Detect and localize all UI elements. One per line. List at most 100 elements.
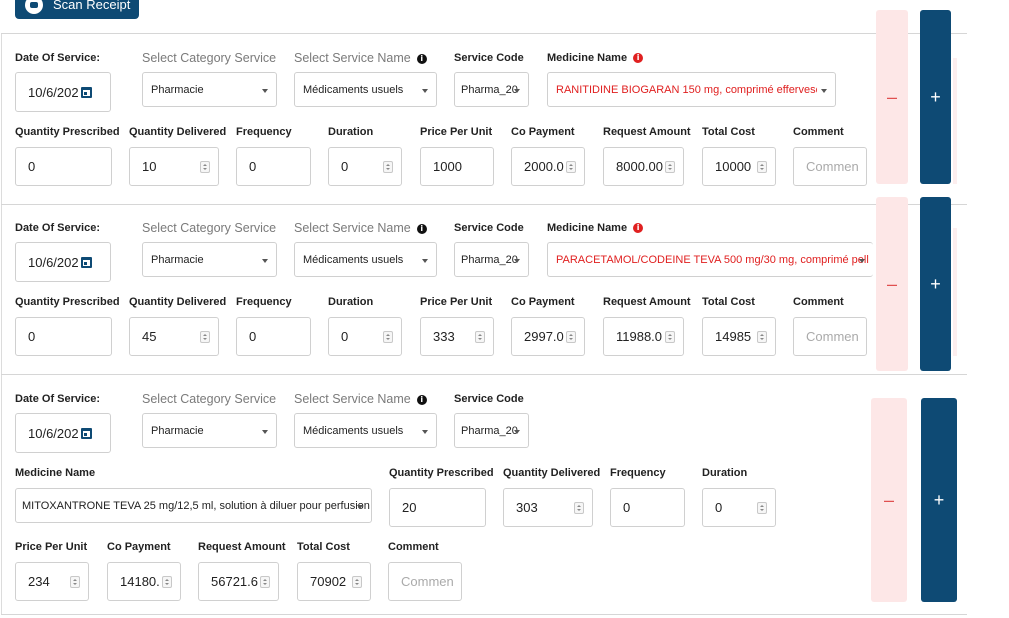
request-amount-input[interactable]: 8000.00 bbox=[603, 147, 684, 186]
qty-prescribed-input[interactable]: 20 bbox=[389, 488, 486, 527]
service-code-select[interactable]: Pharma_20 bbox=[454, 72, 529, 107]
select-service-name-label: Select Service Name i bbox=[294, 221, 427, 235]
add-row-button[interactable]: + bbox=[920, 197, 951, 371]
stepper-icon[interactable] bbox=[200, 160, 210, 173]
category-select[interactable]: Pharmacie bbox=[142, 72, 277, 107]
stepper-icon[interactable] bbox=[757, 501, 767, 514]
service-name-select[interactable]: Médicaments usuels bbox=[294, 413, 437, 448]
stepper-icon[interactable] bbox=[566, 330, 576, 343]
stepper-icon[interactable] bbox=[757, 160, 767, 173]
medicine-select[interactable]: RANITIDINE BIOGARAN 150 mg, comprimé eff… bbox=[547, 72, 836, 107]
row-divider bbox=[1, 614, 967, 615]
co-payment-input[interactable]: 14180. bbox=[107, 562, 181, 601]
qty-prescribed-label: Quantity Prescribed bbox=[15, 126, 120, 138]
add-row-button[interactable]: + bbox=[921, 398, 957, 602]
duration-input[interactable]: 0 bbox=[328, 317, 402, 356]
calendar-icon[interactable] bbox=[80, 427, 92, 439]
stepper-icon[interactable] bbox=[566, 160, 576, 173]
stepper-icon[interactable] bbox=[475, 330, 485, 343]
service-name-select[interactable]: Médicaments usuels bbox=[294, 242, 437, 277]
co-payment-input[interactable]: 2997.0 bbox=[511, 317, 585, 356]
qty-prescribed-input[interactable]: 0 bbox=[15, 147, 112, 186]
co-payment-input[interactable]: 2000.0 bbox=[511, 147, 585, 186]
qty-prescribed-input[interactable]: 0 bbox=[15, 317, 112, 356]
comment-label: Comment bbox=[793, 296, 844, 308]
stepper-icon[interactable] bbox=[200, 330, 210, 343]
stepper-icon[interactable] bbox=[665, 160, 675, 173]
frequency-input[interactable]: 0 bbox=[236, 147, 311, 186]
qty-delivered-input[interactable]: 303 bbox=[503, 488, 593, 527]
category-select[interactable]: Pharmacie bbox=[142, 242, 277, 277]
total-cost-input[interactable]: 10000 bbox=[702, 147, 776, 186]
frequency-input[interactable]: 0 bbox=[610, 488, 685, 527]
warning-icon[interactable]: i bbox=[633, 53, 644, 63]
medicine-name-label: Medicine Name bbox=[15, 467, 96, 479]
total-cost-input[interactable]: 14985 bbox=[702, 317, 776, 356]
qty-delivered-input[interactable]: 10 bbox=[129, 147, 219, 186]
frequency-label: Frequency bbox=[236, 296, 292, 308]
stepper-icon[interactable] bbox=[260, 575, 270, 588]
medicine-select[interactable]: PARACETAMOL/CODEINE TEVA 500 mg/30 mg, c… bbox=[547, 242, 873, 277]
price-per-unit-input[interactable]: 1000 bbox=[420, 147, 494, 186]
remove-row-button[interactable]: – bbox=[876, 10, 908, 184]
stepper-icon[interactable] bbox=[757, 330, 767, 343]
qty-delivered-input[interactable]: 45 bbox=[129, 317, 219, 356]
service-code-select[interactable]: Pharma_20 bbox=[454, 413, 529, 448]
qty-delivered-label: Quantity Delivered bbox=[129, 296, 227, 308]
co-payment-label: Co Payment bbox=[511, 296, 575, 308]
request-amount-input[interactable]: 56721.6 bbox=[198, 562, 279, 601]
duration-input[interactable]: 0 bbox=[328, 147, 402, 186]
total-cost-input[interactable]: 70902 bbox=[297, 562, 371, 601]
date-input[interactable]: 10/6/202 bbox=[15, 72, 111, 112]
select-category-label: Select Category Service bbox=[142, 51, 277, 65]
form-left-border bbox=[1, 34, 2, 614]
service-name-select[interactable]: Médicaments usuels bbox=[294, 72, 437, 107]
remove-row-button[interactable]: – bbox=[876, 197, 908, 371]
stepper-icon[interactable] bbox=[70, 575, 80, 588]
calendar-icon[interactable] bbox=[80, 86, 92, 98]
offscreen-button-edge bbox=[953, 228, 957, 356]
qty-delivered-label: Quantity Delivered bbox=[129, 126, 227, 138]
camera-icon bbox=[25, 0, 43, 14]
select-category-label: Select Category Service bbox=[142, 221, 277, 235]
info-icon[interactable]: i bbox=[416, 224, 427, 234]
service-code-select[interactable]: Pharma_20 bbox=[454, 242, 529, 277]
info-icon[interactable]: i bbox=[416, 54, 427, 64]
qty-prescribed-label: Quantity Prescribed bbox=[389, 467, 494, 479]
comment-input[interactable]: Commen bbox=[793, 317, 867, 356]
comment-input[interactable]: Commen bbox=[793, 147, 867, 186]
plus-icon: + bbox=[930, 273, 941, 294]
frequency-input[interactable]: 0 bbox=[236, 317, 311, 356]
calendar-icon[interactable] bbox=[80, 256, 92, 268]
price-per-unit-input[interactable]: 333 bbox=[420, 317, 494, 356]
medicine-select[interactable]: MITOXANTRONE TEVA 25 mg/12,5 ml, solutio… bbox=[15, 488, 372, 523]
comment-label: Comment bbox=[388, 541, 439, 553]
stepper-icon[interactable] bbox=[665, 330, 675, 343]
duration-input[interactable]: 0 bbox=[702, 488, 776, 527]
category-select[interactable]: Pharmacie bbox=[142, 413, 277, 448]
stepper-icon[interactable] bbox=[574, 501, 584, 514]
date-input[interactable]: 10/6/202 bbox=[15, 242, 111, 282]
duration-label: Duration bbox=[328, 296, 374, 308]
date-input[interactable]: 10/6/202 bbox=[15, 413, 111, 453]
request-amount-input[interactable]: 11988.0 bbox=[603, 317, 684, 356]
comment-input[interactable]: Commen bbox=[388, 562, 462, 601]
minus-icon: – bbox=[883, 489, 894, 510]
price-per-unit-input[interactable]: 234 bbox=[15, 562, 89, 601]
scan-receipt-label: Scan Receipt bbox=[53, 0, 131, 12]
add-row-button[interactable]: + bbox=[920, 10, 951, 184]
request-amount-label: Request Amount bbox=[603, 126, 691, 138]
remove-row-button[interactable]: – bbox=[871, 398, 907, 602]
date-of-service-label: Date Of Service: bbox=[15, 52, 100, 64]
info-icon[interactable]: i bbox=[416, 395, 427, 405]
price-per-unit-label: Price Per Unit bbox=[420, 126, 493, 138]
select-category-label: Select Category Service bbox=[142, 392, 277, 406]
date-of-service-label: Date Of Service: bbox=[15, 222, 100, 234]
scan-receipt-button[interactable]: Scan Receipt bbox=[15, 0, 139, 19]
stepper-icon[interactable] bbox=[352, 575, 362, 588]
stepper-icon[interactable] bbox=[383, 330, 393, 343]
stepper-icon[interactable] bbox=[162, 575, 172, 588]
plus-icon: + bbox=[930, 86, 941, 107]
stepper-icon[interactable] bbox=[383, 160, 393, 173]
warning-icon[interactable]: i bbox=[633, 223, 644, 233]
